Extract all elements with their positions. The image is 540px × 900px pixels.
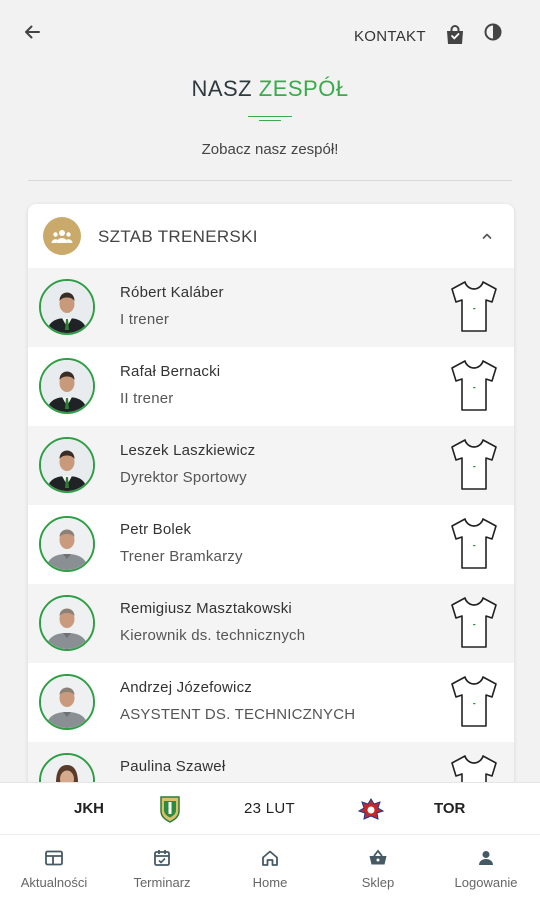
shirt-icon <box>448 673 500 729</box>
page-title-part2: ZESPÓŁ <box>258 76 349 101</box>
user-icon <box>476 848 496 868</box>
title-underline <box>248 116 292 122</box>
away-team-logo-icon <box>357 797 385 821</box>
top-bar: KONTAKT <box>0 0 540 70</box>
nav-item-shop[interactable]: Sklep <box>324 835 432 900</box>
back-arrow-icon[interactable] <box>18 18 46 46</box>
staff-name: Andrzej Józefowicz <box>120 679 252 696</box>
panel-title: SZTAB TRENERSKI <box>98 227 258 246</box>
nav-item-login[interactable]: Logowanie <box>432 835 540 900</box>
next-match-bar[interactable]: JKH 23 LUT TOR <box>0 782 540 834</box>
shirt-icon <box>448 357 500 413</box>
shirt-icon <box>448 515 500 571</box>
contact-link[interactable]: KONTAKT <box>354 28 426 45</box>
staff-avatar <box>39 595 95 651</box>
staff-avatar <box>39 279 95 335</box>
nav-item-news[interactable]: Aktualności <box>0 835 108 900</box>
match-date: 23 LUT <box>244 800 295 817</box>
staff-role: II trener <box>120 390 174 407</box>
home-team-logo-icon <box>159 795 181 823</box>
chevron-up-icon[interactable] <box>480 229 494 243</box>
staff-avatar <box>39 437 95 493</box>
home-team: JKH <box>74 800 105 817</box>
staff-avatar <box>39 358 95 414</box>
staff-avatar <box>39 516 95 572</box>
basket-icon <box>368 848 388 868</box>
staff-row[interactable]: Remigiusz Masztakowski Kierownik ds. tech… <box>28 584 514 663</box>
nav-label: Terminarz <box>133 875 191 890</box>
home-icon <box>260 848 280 868</box>
staff-name: Petr Bolek <box>120 521 192 538</box>
nav-label: Sklep <box>361 875 395 890</box>
staff-row[interactable]: Petr Bolek Trener Bramkarzy <box>28 505 514 584</box>
shirt-icon <box>448 436 500 492</box>
staff-row[interactable]: Róbert Kaláber I trener <box>28 268 514 347</box>
staff-role: Kierownik ds. technicznych <box>120 627 306 644</box>
nav-label: Aktualności <box>20 875 88 890</box>
staff-name: Paulina Szaweł <box>120 758 226 775</box>
staff-name: Remigiusz Masztakowski <box>120 600 292 617</box>
staff-role: I trener <box>120 311 170 328</box>
staff-row[interactable]: Rafał Bernacki II trener <box>28 347 514 426</box>
section-divider <box>28 180 512 181</box>
news-icon <box>44 848 64 868</box>
staff-role: Trener Bramkarzy <box>120 548 243 565</box>
shirt-icon <box>448 278 500 334</box>
nav-label: Home <box>252 875 288 890</box>
staff-row[interactable]: Andrzej Józefowicz ASYSTENT DS. TECHNICZN… <box>28 663 514 742</box>
page-title-part1: NASZ <box>191 76 253 101</box>
away-team: TOR <box>434 800 466 817</box>
staff-avatar <box>39 674 95 730</box>
staff-role: ASYSTENT DS. TECHNICZNYCH <box>120 706 356 723</box>
nav-item-schedule[interactable]: Terminarz <box>108 835 216 900</box>
page-subtitle: Zobacz nasz zespół! <box>201 141 339 158</box>
bottom-navigation: Aktualności Terminarz Home Sklep Logowan… <box>0 834 540 900</box>
staff-role: Dyrektor Sportowy <box>120 469 247 486</box>
staff-row[interactable]: Leszek Laszkiewicz Dyrektor Sportowy <box>28 426 514 505</box>
group-icon <box>43 217 81 255</box>
coaching-staff-panel: SZTAB TRENERSKI Róbert Kaláber I trener Ra… <box>28 204 514 804</box>
calendar-icon <box>152 848 172 868</box>
nav-label: Logowanie <box>454 875 518 890</box>
staff-name: Róbert Kaláber <box>120 284 224 301</box>
staff-name: Rafał Bernacki <box>120 363 221 380</box>
contrast-icon[interactable] <box>482 21 504 43</box>
page-title: NASZ ZESPÓŁ <box>0 76 540 102</box>
staff-name: Leszek Laszkiewicz <box>120 442 256 459</box>
nav-item-home[interactable]: Home <box>216 835 324 900</box>
shirt-icon <box>448 594 500 650</box>
shopping-bag-icon[interactable] <box>443 23 467 47</box>
panel-header[interactable]: SZTAB TRENERSKI <box>28 204 514 268</box>
